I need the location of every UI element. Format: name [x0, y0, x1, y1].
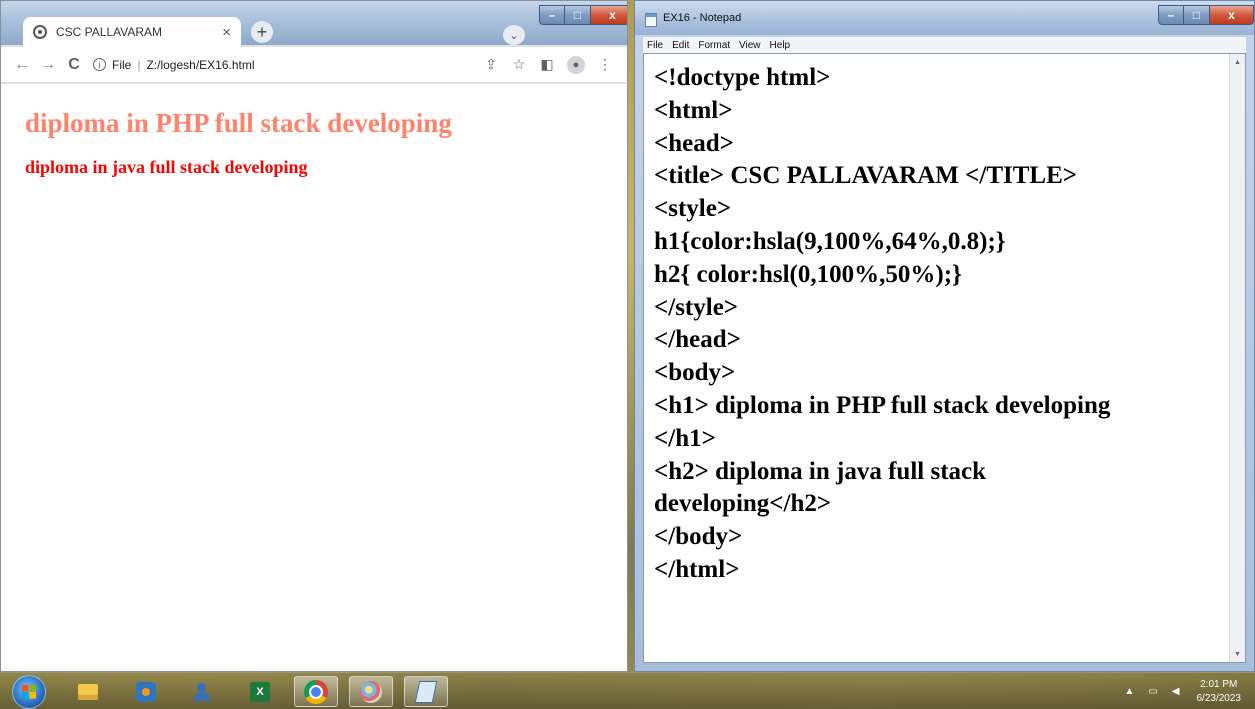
tab-search-button[interactable]: ⌄ — [503, 25, 525, 45]
chrome-window-controls: – □ x — [539, 5, 627, 25]
forward-button[interactable]: → — [35, 56, 61, 74]
minimize-button[interactable]: – — [1158, 5, 1184, 25]
people-icon[interactable] — [182, 676, 226, 707]
reload-button[interactable]: C — [61, 56, 87, 74]
scroll-down-arrow-icon[interactable]: ▼ — [1230, 646, 1245, 662]
profile-avatar-icon[interactable]: ● — [567, 55, 585, 74]
back-button[interactable]: ← — [9, 56, 35, 74]
scroll-up-arrow-icon[interactable]: ▲ — [1230, 54, 1245, 70]
chrome-icon[interactable] — [294, 676, 338, 707]
maximize-button[interactable]: □ — [565, 5, 591, 25]
tab-title: CSC PALLAVARAM — [56, 25, 163, 39]
bookmark-star-icon[interactable]: ☆ — [505, 56, 533, 73]
notepad-text-content[interactable]: <!doctype html> <html> <head> <title> CS… — [644, 54, 1229, 595]
more-menu-icon[interactable]: ⋮ — [591, 56, 619, 73]
volume-icon[interactable]: ◀ — [1172, 686, 1180, 697]
address-bar[interactable]: i File | Z:/logesh/EX16.html — [93, 58, 477, 72]
paint-icon[interactable] — [349, 676, 393, 707]
page-heading-h2: diploma in java full stack developing — [25, 157, 308, 177]
close-window-button[interactable]: x — [591, 5, 627, 25]
address-url: Z:/logesh/EX16.html — [146, 57, 255, 72]
notepad-window-controls: – □ x — [1158, 5, 1254, 25]
vertical-scrollbar[interactable]: ▲ ▼ — [1229, 54, 1245, 662]
menu-file[interactable]: File — [647, 40, 663, 51]
media-player-icon[interactable] — [124, 676, 168, 707]
show-hidden-icons-icon[interactable]: ▲ — [1124, 686, 1134, 697]
address-scheme: File — [112, 57, 132, 72]
new-tab-button[interactable]: + — [251, 21, 273, 43]
notepad-title: EX16 - Notepad — [663, 12, 742, 24]
info-icon[interactable]: i — [93, 58, 106, 71]
menu-view[interactable]: View — [739, 40, 761, 51]
menu-format[interactable]: Format — [698, 40, 730, 51]
browser-tab[interactable]: CSC PALLAVARAM × — [23, 17, 241, 47]
page-heading-h1: diploma in PHP full stack developing — [25, 108, 452, 138]
menu-help[interactable]: Help — [770, 40, 791, 51]
notepad-icon[interactable] — [404, 676, 448, 707]
clock-time: 2:01 PM — [1200, 678, 1238, 690]
globe-icon — [33, 25, 47, 39]
share-icon[interactable]: ⇪ — [477, 56, 505, 73]
page-viewport: diploma in PHP full stack developing dip… — [1, 84, 627, 671]
address-separator: | — [137, 57, 141, 72]
menu-edit[interactable]: Edit — [672, 40, 689, 51]
clock-date: 6/23/2023 — [1196, 692, 1242, 704]
chrome-window: CSC PALLAVARAM × + ⌄ – □ x ← → C i File … — [0, 0, 628, 672]
tab-close-button[interactable]: × — [222, 24, 231, 41]
taskbar: X ▲ ▭ ◀ 2:01 PM 6/23/2023 — [0, 672, 1255, 709]
chrome-toolbar: ← → C i File | Z:/logesh/EX16.html ⇪ ☆ ◧… — [1, 47, 627, 83]
side-panel-icon[interactable]: ◧ — [533, 56, 561, 73]
file-explorer-icon[interactable] — [66, 676, 110, 707]
close-window-button[interactable]: x — [1210, 5, 1254, 25]
network-icon[interactable]: ▭ — [1148, 686, 1157, 697]
notepad-editor[interactable]: <!doctype html> <html> <head> <title> CS… — [643, 53, 1246, 663]
excel-icon[interactable]: X — [238, 676, 282, 707]
system-tray: ▲ ▭ ◀ 2:01 PM 6/23/2023 — [1117, 673, 1241, 709]
notepad-window: EX16 - Notepad – □ x File Edit Format Vi… — [634, 0, 1255, 672]
chrome-titlebar[interactable]: CSC PALLAVARAM × + ⌄ – □ x — [1, 1, 627, 47]
clock[interactable]: 2:01 PM 6/23/2023 — [1197, 678, 1242, 706]
windows-start-icon[interactable] — [12, 675, 46, 709]
notepad-menubar: File Edit Format View Help — [643, 37, 1246, 53]
notepad-titlebar[interactable]: EX16 - Notepad – □ x — [635, 1, 1254, 35]
notepad-app-icon — [645, 13, 657, 27]
minimize-button[interactable]: – — [539, 5, 565, 25]
maximize-button[interactable]: □ — [1184, 5, 1210, 25]
